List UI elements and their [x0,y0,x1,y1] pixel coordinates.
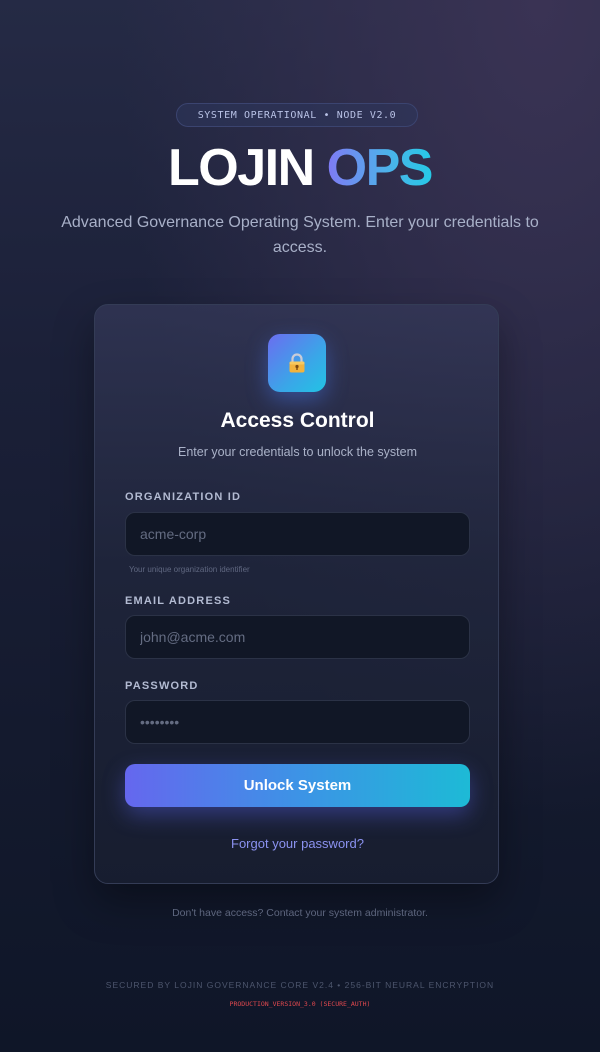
email-input[interactable] [125,615,470,659]
brand-suffix: OPS [326,139,434,197]
brand-name: LOJIN [168,139,315,197]
password-label: PASSWORD [125,680,199,692]
app-title: LOJIN OPS [0,138,600,198]
organization-id-input[interactable] [125,512,470,556]
card-subtitle: Enter your credentials to unlock the sys… [177,445,417,459]
security-footer: SECURED BY LOJIN GOVERNANCE CORE V2.4 • … [105,980,495,990]
no-access-note: Don't have access? Contact your system a… [172,907,428,919]
organization-id-label: ORGANIZATION ID [125,491,242,503]
organization-id-hint: Your unique organization identifier [129,565,250,574]
card-title: Access Control [220,409,375,432]
status-badge: SYSTEM OPERATIONAL • NODE V2.0 [176,103,418,127]
login-card: Access Control Enter your credentials to… [94,304,499,884]
email-label: EMAIL ADDRESS [125,595,232,607]
password-input[interactable] [125,700,470,744]
unlock-system-button[interactable]: Unlock System [125,764,470,807]
version-tag: PRODUCTION_VERSION_3.0 (SECURE_AUTH) [229,1000,371,1008]
lock-icon [289,353,305,373]
forgot-password-link[interactable]: Forgot your password? [95,836,500,851]
page-subtitle: Advanced Governance Operating System. En… [61,214,539,256]
lock-badge [268,334,326,392]
